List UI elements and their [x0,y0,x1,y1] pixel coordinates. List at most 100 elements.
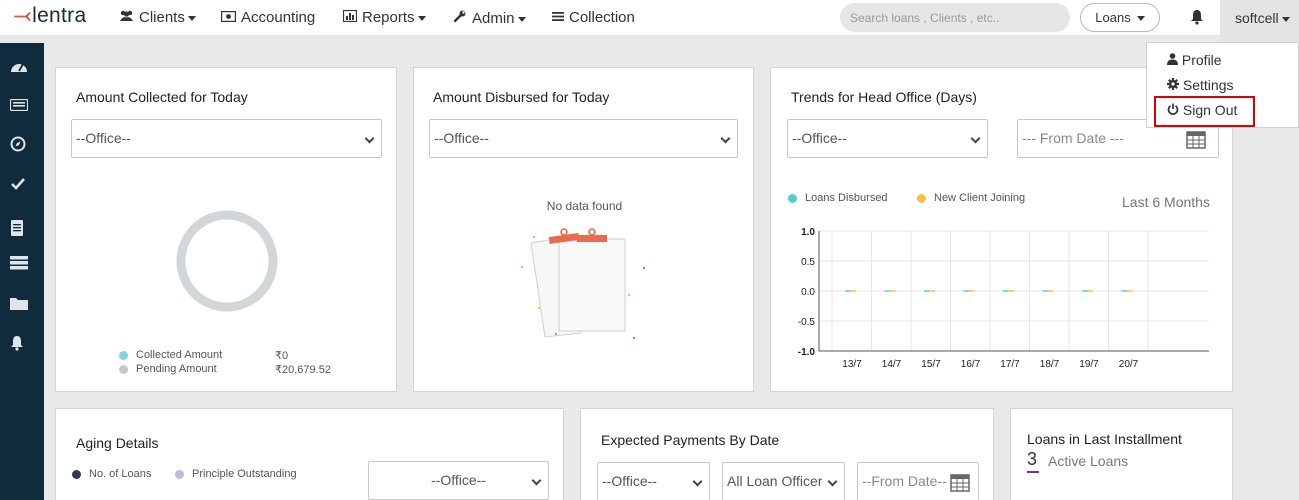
legend-label: Collected Amount [136,349,223,361]
card-title: Aging Details [76,435,159,451]
chevron-down-icon [720,133,731,144]
nav-reports[interactable]: Reports [342,9,426,26]
bell-icon[interactable] [10,335,28,351]
calendar-icon[interactable] [950,472,970,492]
chevron-down-icon [417,15,426,21]
card-title: Amount Collected for Today [76,89,248,105]
no-of-loans-legend-dot [72,469,81,479]
y-tick-label: -0.5 [798,317,816,328]
legend-collected: Collected Amount [119,349,222,361]
users-icon [119,10,134,25]
compass-icon[interactable] [10,136,28,152]
legend-label: New Client Joining [934,192,1026,204]
trends-line-chart: 1.0 0.5 0.0 -0.5 -1.0 13/7 14/7 15/7 16/7 17/7 18/… [798,227,1209,370]
x-tick-label: 16/7 [961,359,981,370]
legend-label: Loans Disbursed [805,192,888,204]
top-navbar: ⤙lentra Clients Accounting Reports Admin… [0,0,1299,42]
notifications-bell-icon[interactable] [1190,9,1204,25]
x-tick-label: 13/7 [842,359,862,370]
office-select[interactable]: --Office-- [429,119,738,158]
sidebar [0,43,44,500]
card-title: Trends for Head Office (Days) [791,89,977,105]
from-date-placeholder: --- From Date --- [1022,130,1124,146]
search-input[interactable] [840,3,1070,32]
pending-amount-value: ₹20,679.52 [275,364,331,376]
office-select[interactable]: --Office-- [71,119,382,158]
empty-clipboard-illustration [520,228,646,340]
chevron-down-icon [1281,16,1290,22]
office-select-value: --Office-- [431,472,486,488]
loan-officer-select[interactable]: All Loan Officer [722,462,845,500]
calendar-icon[interactable] [1186,129,1206,149]
principle-outstanding-legend-dot [175,469,184,479]
x-tick-label: 15/7 [921,359,941,370]
card-title: Amount Disbursed for Today [433,89,610,105]
nav-accounting[interactable]: Accounting [220,9,316,26]
nav-clients[interactable]: Clients [119,9,196,26]
chevron-down-icon [970,133,981,144]
x-tick-label: 18/7 [1040,359,1060,370]
last-installment-card: Loans in Last Installment 3 Active Loans [1010,408,1233,500]
x-tick-label: 14/7 [882,359,902,370]
chevron-down-icon [1136,16,1145,22]
loans-button-label: Loans [1095,10,1131,25]
office-select[interactable]: --Office-- [787,119,988,158]
y-tick-label: -1.0 [798,347,816,358]
nav-reports-label: Reports [362,9,415,26]
bar-chart-icon [342,9,358,25]
user-menu-toggle[interactable]: softcell [1220,0,1299,42]
y-tick-label: 0.5 [801,257,815,268]
chevron-down-icon [364,133,375,144]
menu-item-settings[interactable]: Settings [1167,77,1233,93]
brand-logo[interactable]: ⤙lentra [14,4,86,28]
gear-icon [1167,78,1179,90]
legend-pending: Pending Amount [119,363,217,375]
brand-name: lentra [32,4,87,27]
new-client-legend-dot [917,193,926,203]
loans-disbursed-legend-dot [788,193,797,203]
loans-dropdown-button[interactable]: Loans [1080,3,1160,32]
empty-state-text: No data found [546,199,623,213]
brand-mark-icon: ⤙ [14,4,32,27]
legend-new-client: New Client Joining [917,192,1025,204]
legend-principle-outstanding: Principle Outstanding [175,468,297,480]
disbursed-today-card: Amount Disbursed for Today --Office-- No… [413,67,754,392]
nav-collection-label: Collection [569,9,635,26]
folder-icon[interactable] [10,296,28,312]
nav-accounting-label: Accounting [241,9,316,26]
office-select[interactable]: --Office-- [368,461,549,500]
check-icon[interactable] [10,177,28,193]
collected-today-card: Amount Collected for Today --Office-- Co… [55,67,397,392]
expected-payments-card: Expected Payments By Date --Office-- All… [580,408,994,500]
legend-loans-disbursed: Loans Disbursed [788,192,888,204]
x-tick-label: 19/7 [1079,359,1099,370]
legend-no-of-loans: No. of Loans [72,468,151,480]
username: softcell [1235,10,1279,26]
chevron-down-icon [531,475,542,486]
office-select[interactable]: --Office-- [597,462,710,500]
legend-label: No. of Loans [89,468,152,480]
list-icon [552,10,564,25]
legend-label: Principle Outstanding [192,468,297,480]
nav-clients-label: Clients [139,9,185,26]
nav-admin[interactable]: Admin [453,9,526,27]
nav-collection[interactable]: Collection [552,9,635,26]
from-date-placeholder: --From Date-- [862,473,947,489]
document-icon[interactable] [10,219,28,236]
office-select-value: --Office-- [602,473,657,489]
chevron-down-icon [517,16,526,22]
pending-legend-dot [119,364,128,374]
from-date-input[interactable]: --From Date-- [857,462,979,500]
nav-admin-label: Admin [472,10,515,27]
menu-item-profile[interactable]: Profile [1167,52,1222,68]
collected-legend-dot [119,350,128,360]
chevron-down-icon [827,476,838,487]
active-loans-count: 3 [1027,449,1040,473]
sign-out-highlight-box [1154,96,1255,127]
keyboard-icon[interactable] [9,98,29,114]
wrench-icon [453,9,467,26]
server-icon[interactable] [10,256,28,272]
chevron-down-icon [692,476,703,487]
dashboard-icon[interactable] [10,59,28,75]
collection-donut-chart [176,210,278,312]
